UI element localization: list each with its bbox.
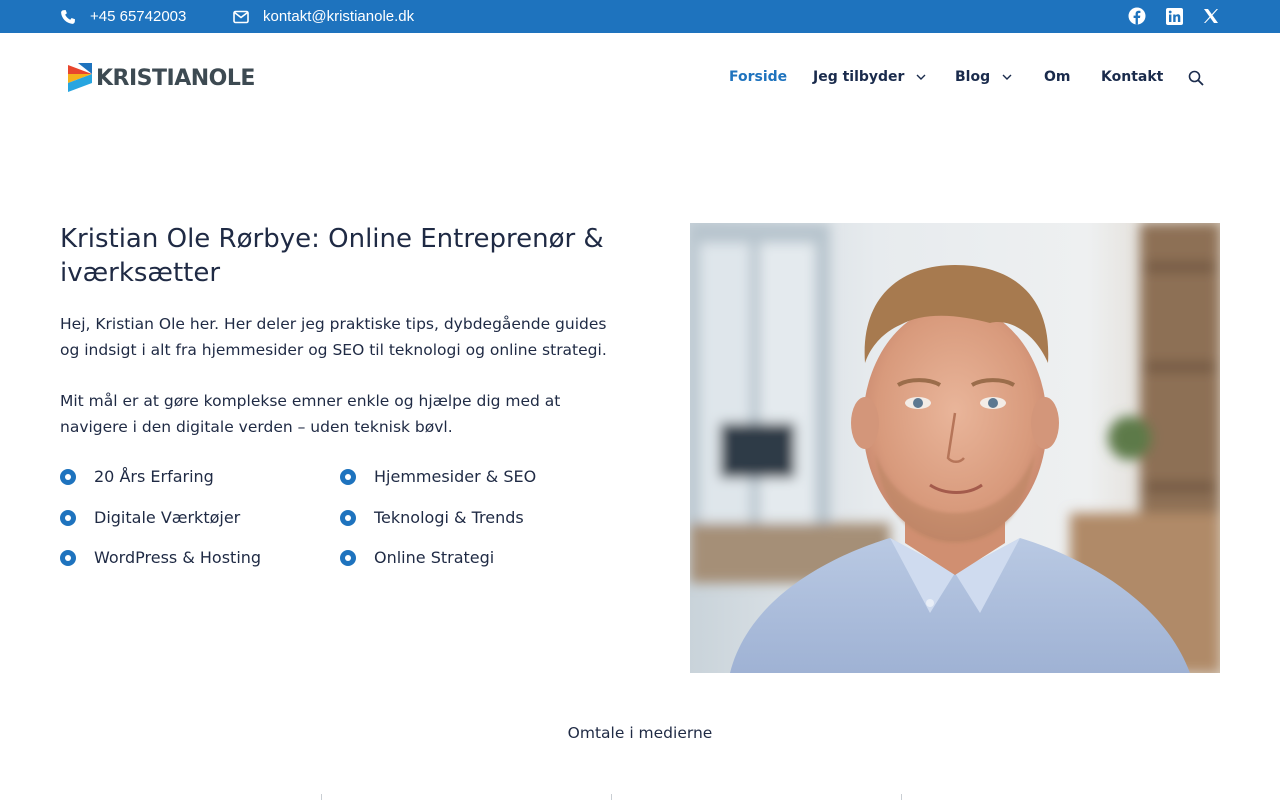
media-divider	[321, 794, 322, 800]
site-logo[interactable]: KRISTIANOLE	[66, 61, 255, 95]
nav-forside[interactable]: Forside	[729, 69, 787, 85]
envelope-icon	[233, 10, 249, 23]
hero-goal: Mit mål er at gøre komplekse emner enkle…	[60, 392, 561, 436]
nav-kontakt-label: Kontakt	[1101, 69, 1164, 85]
chevron-down-icon	[916, 74, 926, 80]
chevron-down-icon	[1002, 74, 1012, 80]
feature-label: Digitale Værktøjer	[94, 508, 241, 527]
bullet-icon	[340, 549, 356, 566]
feature-item: WordPress & Hosting	[60, 548, 261, 567]
phone-number[interactable]: +45 65742003	[90, 8, 186, 25]
site-header: KRISTIANOLE Forside Jeg tilbyder Blog Om…	[0, 33, 1280, 123]
x-icon[interactable]	[1202, 7, 1220, 25]
nav-kontakt[interactable]: Kontakt	[1101, 69, 1163, 85]
logo-text: KRISTIANOLE	[96, 65, 255, 91]
email-address[interactable]: kontakt@kristianole.dk	[263, 8, 414, 25]
nav-blog-label: Blog	[955, 69, 991, 85]
media-mentions-heading: Omtale i medierne	[567, 724, 713, 742]
portrait-photo	[690, 223, 1220, 673]
nav-om[interactable]: Om	[1044, 69, 1071, 85]
feature-label: 20 Års Erfaring	[94, 467, 214, 486]
linkedin-icon[interactable]	[1165, 7, 1183, 25]
facebook-icon[interactable]	[1128, 7, 1146, 25]
nav-forside-label: Forside	[729, 69, 788, 85]
bullet-icon	[60, 549, 76, 566]
nav-jeg-tilbyder-label: Jeg tilbyder	[813, 69, 905, 85]
hero-title: Kristian Ole Rørbye: Online Entreprenør …	[60, 224, 604, 288]
feature-item: Online Strategi	[340, 548, 494, 567]
media-divider	[901, 794, 902, 800]
nav-om-label: Om	[1044, 69, 1071, 85]
media-divider	[611, 794, 612, 800]
feature-label: Hjemmesider & SEO	[374, 467, 537, 486]
phone-contact[interactable]: +45 65742003	[60, 0, 186, 33]
hero-intro: Hej, Kristian Ole her. Her deler jeg pra…	[60, 315, 607, 359]
nav-jeg-tilbyder[interactable]: Jeg tilbyder	[813, 69, 926, 85]
search-icon	[1188, 70, 1204, 86]
feature-item: Hjemmesider & SEO	[340, 467, 536, 486]
nav-blog[interactable]: Blog	[955, 69, 1012, 85]
feature-label: Teknologi & Trends	[374, 508, 524, 527]
bullet-icon	[60, 509, 76, 526]
bullet-icon	[340, 509, 356, 526]
feature-label: Online Strategi	[374, 548, 495, 567]
phone-icon	[61, 9, 75, 24]
search-button[interactable]	[1188, 70, 1204, 86]
feature-label: WordPress & Hosting	[94, 548, 262, 567]
feature-item: 20 Års Erfaring	[60, 467, 214, 486]
feature-item: Digitale Værktøjer	[60, 508, 240, 527]
bullet-icon	[340, 468, 356, 485]
email-contact[interactable]: kontakt@kristianole.dk	[233, 0, 414, 33]
logo-mark-icon	[68, 63, 92, 92]
top-bar: +45 65742003 kontakt@kristianole.dk	[0, 0, 1280, 33]
bullet-icon	[60, 468, 76, 485]
feature-item: Teknologi & Trends	[340, 508, 524, 527]
